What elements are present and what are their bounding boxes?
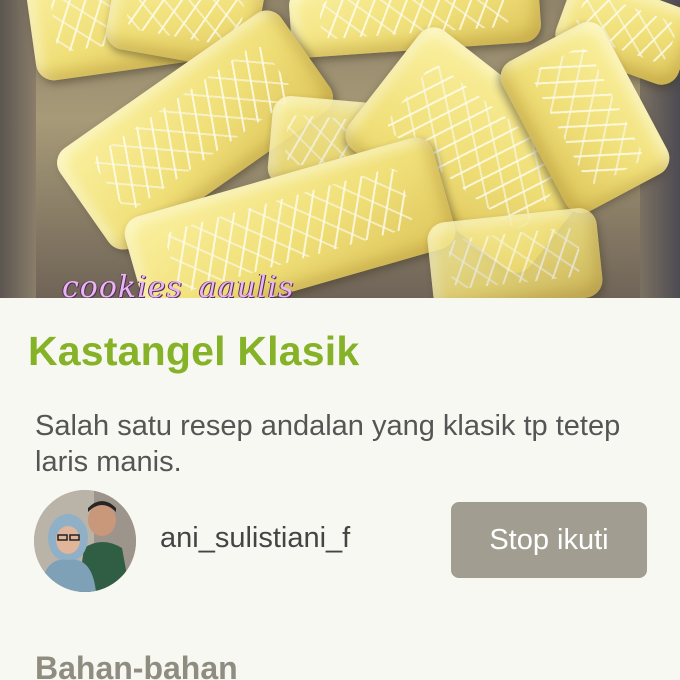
recipe-title: Kastangel Klasik — [28, 328, 360, 374]
unfollow-button[interactable]: Stop ikuti — [451, 502, 647, 578]
author-row: ani_sulistiani_f Stop ikuti — [34, 490, 654, 592]
recipe-photo[interactable]: cookies_aaulis — [0, 0, 680, 298]
photo-watermark: cookies_aaulis — [62, 270, 295, 298]
ingredients-heading: Bahan-bahan — [35, 650, 238, 680]
author-username[interactable]: ani_sulistiani_f — [160, 522, 350, 555]
photo-shadow-left — [0, 0, 36, 298]
recipe-details: Kastangel Klasik Salah satu resep andala… — [0, 298, 680, 680]
avatar[interactable] — [34, 490, 136, 592]
recipe-description: Salah satu resep andalan yang klasik tp … — [35, 410, 621, 478]
recipe-page: cookies_aaulis Kastangel Klasik Salah sa… — [0, 0, 680, 680]
